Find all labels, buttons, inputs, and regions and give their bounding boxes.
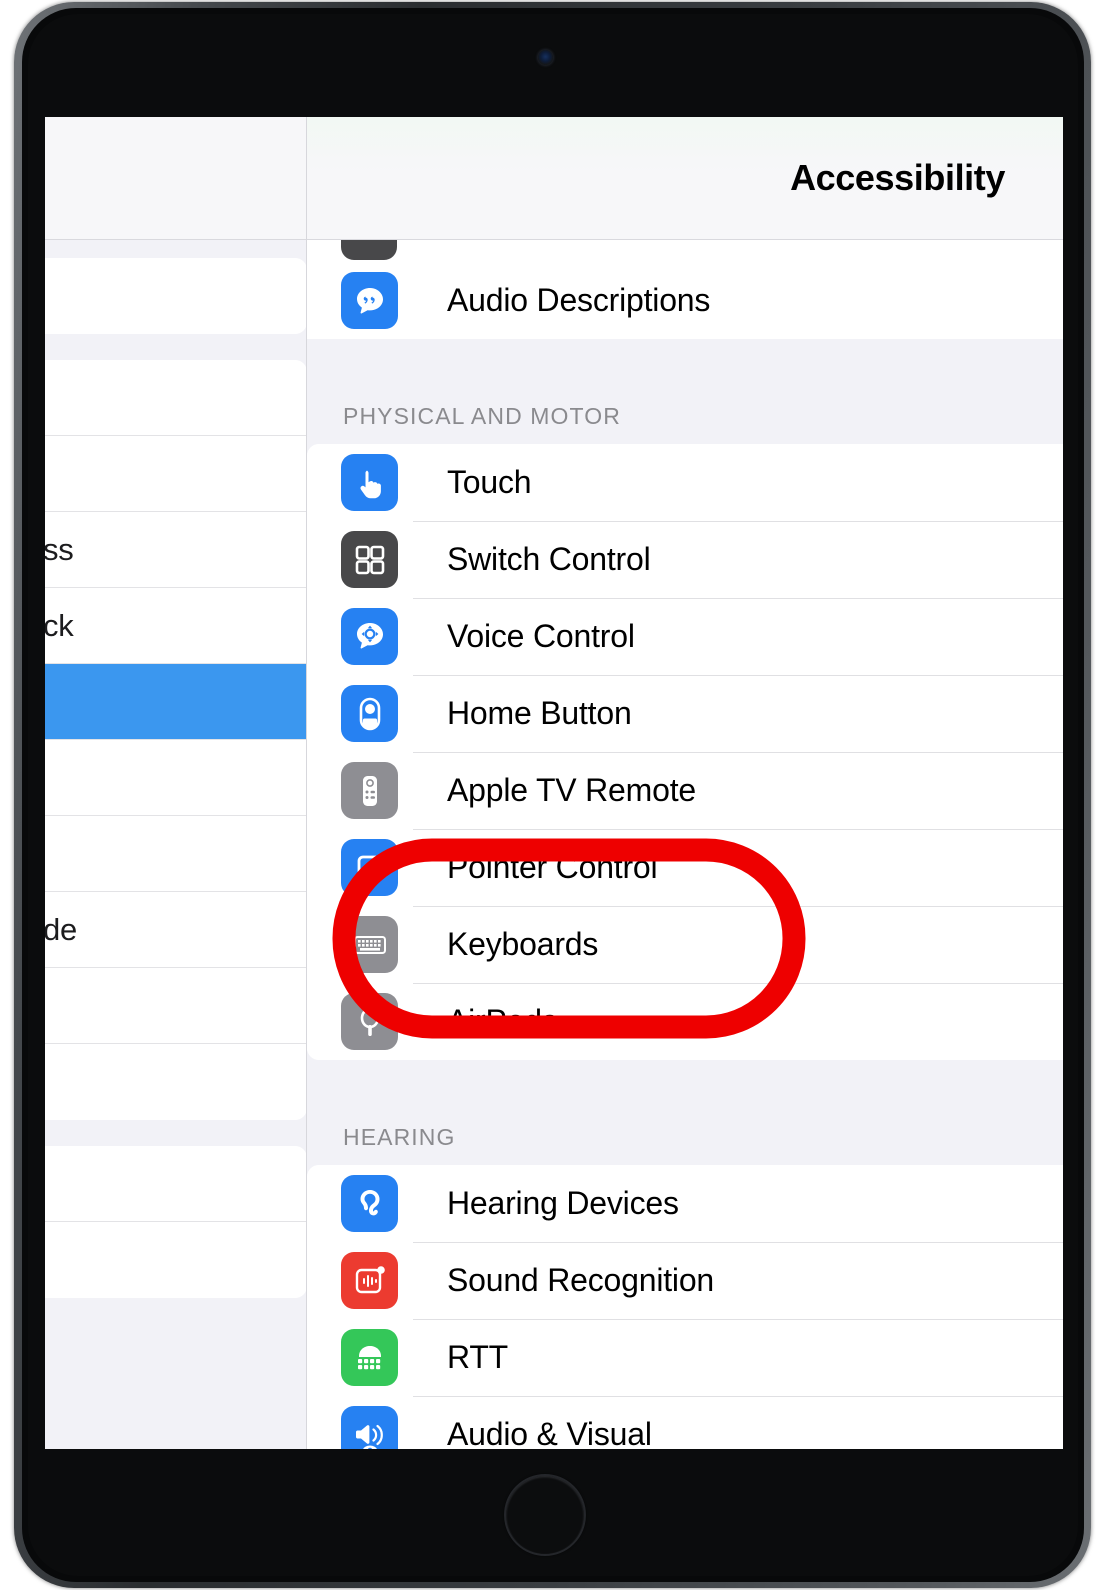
sidebar-item[interactable] [45, 1146, 307, 1222]
front-camera-icon [538, 50, 553, 65]
touch-icon [341, 454, 398, 511]
settings-row-touch[interactable]: Touch [307, 444, 1063, 521]
settings-row-label: Apple TV Remote [447, 772, 696, 808]
settings-row-label: Switch Control [447, 541, 651, 577]
section-gap [307, 1060, 1063, 1086]
settings-row-label: Pointer Control [447, 849, 658, 885]
sidebar-item[interactable] [45, 360, 307, 436]
audio-descriptions-icon [341, 272, 398, 329]
settings-list[interactable]: Audio Descriptions PHYSICAL AND MOTOR To… [307, 240, 1063, 1449]
keyboards-icon [341, 916, 398, 973]
sidebar-item-label: de [45, 911, 78, 947]
ipad-device-frame: ss ck de Accessibility Audio Description… [0, 0, 1105, 1590]
audio-descriptions-card: Audio Descriptions [307, 262, 1063, 339]
sidebar-group-1 [45, 258, 307, 334]
sidebar-item-label: ck [45, 607, 74, 643]
ipad-screen: ss ck de Accessibility Audio Description… [45, 117, 1063, 1449]
section-header-hearing: HEARING [343, 1124, 456, 1150]
physical-and-motor-card: Touch Switch Control Voice Control Home … [307, 444, 1063, 1060]
sidebar-item[interactable] [45, 436, 307, 512]
settings-sidebar[interactable]: ss ck de [45, 117, 307, 1449]
settings-row-hearing-devices[interactable]: Hearing Devices [307, 1165, 1063, 1242]
settings-row-label: AirPods [447, 1003, 558, 1039]
sound-recognition-icon [341, 1252, 398, 1309]
settings-row-label: Voice Control [447, 618, 635, 654]
sidebar-item[interactable] [45, 968, 307, 1044]
settings-row-home-button[interactable]: Home Button [307, 675, 1063, 752]
settings-row-label: Keyboards [447, 926, 599, 962]
clipped-row-above[interactable] [307, 240, 1063, 262]
sidebar-group-3 [45, 1146, 307, 1298]
home-button[interactable] [504, 1474, 586, 1556]
settings-row-label: RTT [447, 1339, 509, 1375]
settings-row-label: Home Button [447, 695, 632, 731]
settings-row-label: Hearing Devices [447, 1185, 679, 1221]
settings-row-label: Sound Recognition [447, 1262, 715, 1298]
sidebar-item[interactable]: de [45, 892, 307, 968]
settings-row-sound-recognition[interactable]: Sound Recognition [307, 1242, 1063, 1319]
settings-row-switch-control[interactable]: Switch Control [307, 521, 1063, 598]
sidebar-item[interactable] [45, 258, 307, 334]
sidebar-header [45, 117, 307, 240]
settings-row-audio-and-visual[interactable]: Audio & Visual [307, 1396, 1063, 1449]
sidebar-item[interactable] [45, 816, 307, 892]
settings-row-label: Touch [447, 464, 532, 500]
sidebar-item[interactable]: ss [45, 512, 307, 588]
voice-control-icon [341, 608, 398, 665]
section-gap [307, 339, 1063, 365]
settings-row-airpods[interactable]: AirPods [307, 983, 1063, 1060]
settings-row-audio-descriptions[interactable]: Audio Descriptions [307, 262, 1063, 339]
home-button-icon [341, 685, 398, 742]
settings-row-voice-control[interactable]: Voice Control [307, 598, 1063, 675]
sidebar-item[interactable] [45, 1222, 307, 1298]
settings-row-rtt[interactable]: RTT [307, 1319, 1063, 1396]
settings-row-keyboards[interactable]: Keyboards [307, 906, 1063, 983]
hearing-devices-icon [341, 1175, 398, 1232]
apple-tv-remote-icon [341, 762, 398, 819]
settings-row-label: Audio Descriptions [447, 282, 711, 318]
pointer-control-icon [341, 839, 398, 896]
rtt-icon [341, 1329, 398, 1386]
hearing-card: Hearing Devices Sound Recognition RTT Au… [307, 1165, 1063, 1449]
sidebar-item[interactable]: ck [45, 588, 307, 664]
clipped-row-icon [341, 240, 397, 260]
sidebar-group-2: ss ck de [45, 360, 307, 1120]
sidebar-item-label: ss [45, 531, 74, 567]
settings-row-apple-tv-remote[interactable]: Apple TV Remote [307, 752, 1063, 829]
sidebar-item[interactable] [45, 740, 307, 816]
switch-control-icon [341, 531, 398, 588]
sidebar-item[interactable] [45, 1044, 307, 1120]
page-title: Accessibility [790, 157, 1005, 198]
audio-visual-icon [341, 1406, 398, 1449]
accessibility-detail-pane: Accessibility Audio Descriptions PHYSICA… [307, 117, 1063, 1449]
sidebar-item-selected[interactable] [45, 664, 307, 740]
settings-row-label: Audio & Visual [447, 1416, 652, 1449]
navigation-bar: Accessibility [307, 117, 1063, 240]
airpods-icon [341, 993, 398, 1050]
section-header-physical-and-motor: PHYSICAL AND MOTOR [343, 403, 621, 429]
settings-row-pointer-control[interactable]: Pointer Control [307, 829, 1063, 906]
